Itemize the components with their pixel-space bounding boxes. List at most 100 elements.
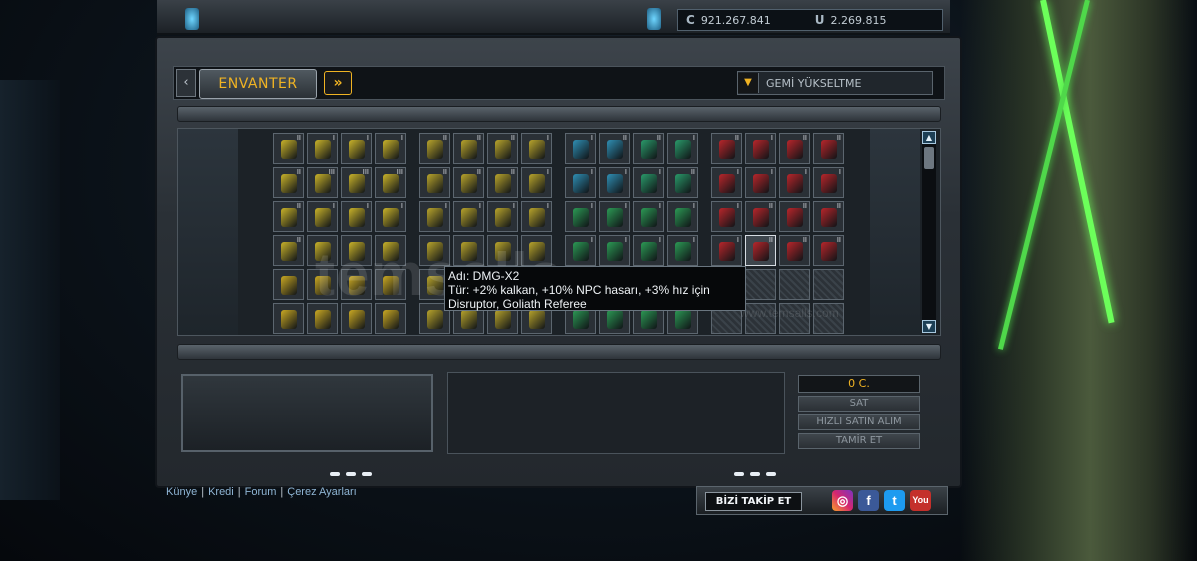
item-tier-label: II: [656, 134, 661, 142]
decorative-rail: [177, 106, 941, 122]
inventory-slot[interactable]: II: [273, 133, 304, 164]
inventory-slot[interactable]: I: [565, 167, 596, 198]
inventory-slot[interactable]: I: [813, 167, 844, 198]
inventory-slot[interactable]: II: [779, 201, 810, 232]
inventory-slot[interactable]: I: [745, 167, 776, 198]
item-icon: [427, 174, 443, 193]
inventory-slot[interactable]: I: [711, 201, 742, 232]
inventory-slot[interactable]: I: [375, 133, 406, 164]
inventory-slot[interactable]: I: [633, 167, 664, 198]
inventory-slot[interactable]: II: [273, 235, 304, 266]
inventory-slot[interactable]: [779, 269, 810, 300]
item-tier-label: II: [622, 134, 627, 142]
footer-link-kredi[interactable]: Kredi: [208, 486, 234, 498]
footer-link-forum[interactable]: Forum: [245, 486, 277, 498]
inventory-slot[interactable]: I: [565, 201, 596, 232]
item-icon: [753, 242, 769, 261]
inventory-slot[interactable]: I: [307, 133, 338, 164]
inventory-slot[interactable]: [273, 303, 304, 334]
inventory-slot[interactable]: III: [375, 167, 406, 198]
inventory-slot[interactable]: II: [745, 201, 776, 232]
inventory-slot[interactable]: II: [273, 167, 304, 198]
inventory-slot[interactable]: I: [375, 201, 406, 232]
inventory-slot[interactable]: II: [779, 133, 810, 164]
inventory-slot[interactable]: I: [711, 167, 742, 198]
inventory-slot[interactable]: I: [307, 201, 338, 232]
scroll-down-icon[interactable]: ▼: [922, 320, 936, 333]
inventory-slot[interactable]: II: [419, 167, 450, 198]
inventory-slot[interactable]: I: [341, 201, 372, 232]
inventory-slot[interactable]: I: [779, 167, 810, 198]
credits-amount: 921.267.841: [700, 13, 771, 27]
inventory-slot[interactable]: I: [419, 201, 450, 232]
inventory-slot[interactable]: II: [453, 167, 484, 198]
inventory-slot[interactable]: I: [667, 201, 698, 232]
item-icon: [281, 242, 297, 261]
inventory-slot[interactable]: I: [599, 235, 630, 266]
instagram-icon[interactable]: ◎: [832, 490, 853, 511]
inventory-slot[interactable]: II: [813, 201, 844, 232]
currency-display: C 921.267.841 U 2.269.815: [677, 9, 943, 31]
inventory-scrollbar[interactable]: ▲ ▼: [922, 131, 936, 333]
inventory-slot[interactable]: I: [521, 167, 552, 198]
inventory-slot[interactable]: I: [745, 133, 776, 164]
repair-button[interactable]: TAMİR ET: [798, 433, 920, 449]
inventory-slot[interactable]: II: [487, 133, 518, 164]
inventory-slot[interactable]: I: [667, 133, 698, 164]
item-icon: [495, 208, 511, 227]
item-tier-label: II: [690, 168, 695, 176]
inventory-slot[interactable]: II: [487, 167, 518, 198]
inventory-slot[interactable]: III: [341, 167, 372, 198]
inventory-slot[interactable]: II: [453, 133, 484, 164]
inventory-slot[interactable]: I: [565, 133, 596, 164]
youtube-icon[interactable]: You: [910, 490, 931, 511]
inventory-slot[interactable]: [745, 269, 776, 300]
item-tier-label: II: [836, 202, 841, 210]
inventory-slot[interactable]: II: [813, 235, 844, 266]
footer-link-kunye[interactable]: Künye: [166, 486, 197, 498]
inventory-slot[interactable]: I: [453, 201, 484, 232]
inventory-slot[interactable]: I: [599, 167, 630, 198]
inventory-slot[interactable]: III: [307, 167, 338, 198]
sell-button[interactable]: SAT: [798, 396, 920, 412]
inventory-slot[interactable]: I: [487, 201, 518, 232]
scroll-up-icon[interactable]: ▲: [922, 131, 936, 144]
footer-link-cookie-settings[interactable]: Çerez Ayarları: [287, 486, 357, 498]
facebook-icon[interactable]: f: [858, 490, 879, 511]
inventory-slot[interactable]: II: [745, 235, 776, 266]
inventory-slot[interactable]: II: [419, 133, 450, 164]
quick-buy-button[interactable]: HIZLI SATIN ALIM: [798, 414, 920, 430]
item-tier-label: I: [804, 168, 807, 176]
item-icon: [821, 208, 837, 227]
item-tier-label: II: [836, 134, 841, 142]
inventory-slot[interactable]: I: [711, 235, 742, 266]
item-tier-label: II: [296, 134, 301, 142]
tab-inventory[interactable]: ENVANTER: [199, 69, 317, 99]
twitter-icon[interactable]: t: [884, 490, 905, 511]
inventory-slot[interactable]: I: [633, 235, 664, 266]
footer-links: Künye | Kredi | Forum | Çerez Ayarları: [166, 486, 357, 498]
next-tab-button[interactable]: »: [324, 71, 352, 95]
inventory-slot[interactable]: II: [599, 133, 630, 164]
scroll-thumb[interactable]: [924, 147, 934, 169]
inventory-slot[interactable]: I: [667, 235, 698, 266]
inventory-slot[interactable]: II: [667, 167, 698, 198]
inventory-slot[interactable]: I: [633, 201, 664, 232]
previous-tab-button[interactable]: ‹: [176, 69, 196, 97]
inventory-slot[interactable]: I: [599, 201, 630, 232]
inventory-slot[interactable]: II: [711, 133, 742, 164]
inventory-slot[interactable]: I: [521, 201, 552, 232]
inventory-slot[interactable]: I: [521, 133, 552, 164]
inventory-slot[interactable]: II: [779, 235, 810, 266]
inventory-slot[interactable]: I: [565, 235, 596, 266]
inventory-slot[interactable]: I: [341, 133, 372, 164]
inventory-slot[interactable]: II: [633, 133, 664, 164]
inventory-slot[interactable]: [813, 269, 844, 300]
inventory-slot[interactable]: II: [273, 201, 304, 232]
price-display: 0 C.: [798, 375, 920, 393]
ship-upgrade-dropdown[interactable]: ▼ GEMİ YÜKSELTME: [737, 71, 933, 95]
item-preview-panel: [181, 374, 433, 452]
item-icon: [495, 174, 511, 193]
inventory-slot[interactable]: [273, 269, 304, 300]
inventory-slot[interactable]: II: [813, 133, 844, 164]
